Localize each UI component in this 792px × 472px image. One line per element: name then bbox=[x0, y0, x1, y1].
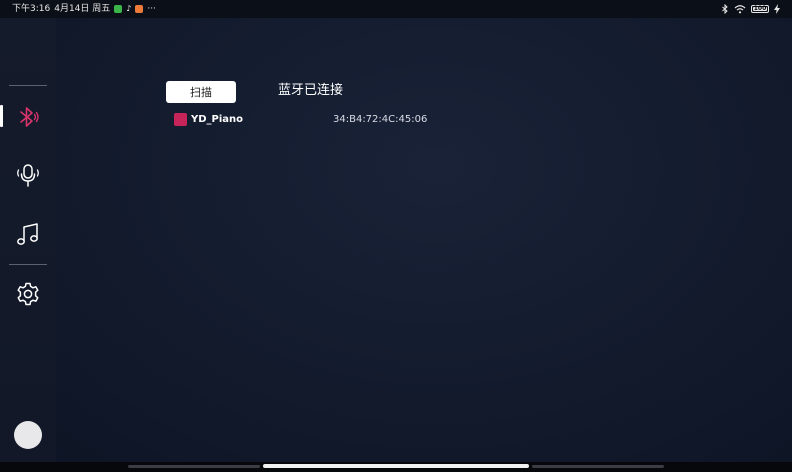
status-time: 下午3:16 bbox=[12, 4, 51, 14]
device-mac-address: 34:B4:72:4C:45:06 bbox=[333, 114, 428, 125]
sidebar-divider-bottom bbox=[9, 264, 47, 265]
sidebar-item-bluetooth[interactable] bbox=[0, 97, 56, 137]
sidebar-item-microphone[interactable] bbox=[0, 155, 56, 195]
status-bar: 下午3:16 4月14日 周五 ♪ ··· 100 bbox=[0, 0, 792, 18]
status-bar-left: 下午3:16 4月14日 周五 ♪ ··· bbox=[12, 0, 156, 18]
notification-tiktok-icon: ♪ bbox=[126, 4, 132, 13]
music-note-icon bbox=[17, 223, 38, 245]
bottom-navigation-bar bbox=[0, 462, 792, 472]
status-bar-right: 100 bbox=[721, 0, 780, 18]
sidebar-item-music[interactable] bbox=[0, 215, 56, 255]
active-indicator bbox=[0, 105, 3, 127]
app-screen: 下午3:16 4月14日 周五 ♪ ··· 100 扫描 蓝牙已连接 YD_Pi… bbox=[0, 0, 792, 472]
charging-icon bbox=[774, 4, 780, 14]
sidebar-divider-top bbox=[9, 85, 47, 86]
notification-app-icon bbox=[135, 5, 144, 13]
battery-icon: 100 bbox=[751, 5, 769, 13]
device-name: YD_Piano bbox=[191, 114, 244, 125]
status-bluetooth-icon bbox=[722, 4, 728, 14]
connection-status: 蓝牙已连接 bbox=[278, 83, 344, 98]
nav-bar-left-segment bbox=[128, 465, 260, 468]
status-more-indicator: ··· bbox=[147, 4, 156, 14]
notification-wechat-icon bbox=[114, 5, 123, 13]
battery-level: 100 bbox=[753, 5, 767, 12]
device-icon bbox=[174, 113, 187, 126]
gear-icon bbox=[17, 282, 39, 306]
scan-button[interactable]: 扫描 bbox=[166, 81, 236, 103]
microphone-icon bbox=[17, 164, 39, 187]
bluetooth-icon bbox=[20, 107, 39, 127]
avatar[interactable] bbox=[14, 421, 42, 449]
sidebar-item-settings[interactable] bbox=[0, 274, 56, 314]
home-indicator[interactable] bbox=[263, 464, 529, 468]
nav-bar-right-segment bbox=[532, 465, 664, 468]
wifi-icon bbox=[734, 5, 746, 14]
sidebar bbox=[0, 18, 56, 462]
status-date: 4月14日 周五 bbox=[54, 4, 111, 14]
device-list-item[interactable]: YD_Piano 34:B4:72:4C:45:06 bbox=[172, 111, 432, 129]
